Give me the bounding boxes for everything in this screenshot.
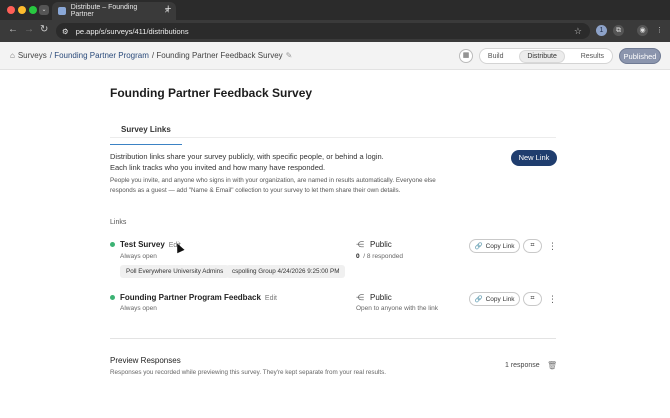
responded-total: / 8 responded xyxy=(363,253,404,260)
qr-code-icon: ⌗ xyxy=(530,295,535,302)
copy-link-button[interactable]: 🔗 Copy Link xyxy=(469,239,520,253)
extensions-puzzle-icon[interactable]: ⧉ xyxy=(613,25,624,36)
share-icon: ⋲ xyxy=(356,240,364,249)
section-divider xyxy=(110,338,556,339)
intro-note: People you invite, and anyone who signs … xyxy=(110,177,436,194)
visibility-label: Public xyxy=(370,240,392,249)
browser-tab-strip: ⌄ Distribute – Founding Partner ✕ + xyxy=(0,0,670,20)
link-visibility: ⋲ Public xyxy=(356,293,392,302)
qr-code-button[interactable]: ⌗ xyxy=(523,239,542,253)
mode-results[interactable]: Results xyxy=(581,53,604,60)
mode-build[interactable]: Build xyxy=(488,53,504,60)
qr-code-icon: ⌗ xyxy=(530,242,535,249)
copy-link-label: Copy Link xyxy=(485,242,515,250)
link-schedule: Always open xyxy=(120,253,157,260)
links-section-label: Links xyxy=(110,219,127,226)
link-visibility: ⋲ Public xyxy=(356,240,392,249)
published-status-button[interactable]: Published xyxy=(619,48,661,64)
link-name-text: Founding Partner Program Feedback xyxy=(120,293,261,302)
link-schedule: Always open xyxy=(120,305,157,312)
browser-tab-title: Distribute – Founding Partner xyxy=(70,4,138,18)
audience-chip: Poll Everywhere University Admins xyxy=(120,265,230,278)
qr-code-button[interactable]: ⌗ xyxy=(523,292,542,306)
window-minimize-button[interactable] xyxy=(18,6,26,14)
preview-response-count: 1 response xyxy=(505,362,540,369)
breadcrumb-program[interactable]: / Founding Partner Program xyxy=(50,51,149,60)
pencil-icon[interactable]: ✎ xyxy=(286,51,293,60)
responded-number: 0 xyxy=(356,253,360,260)
more-options-icon[interactable]: ⋮ xyxy=(548,295,557,304)
audience-chip: cspolling Group 4/24/2026 9:25:00 PM xyxy=(226,265,346,278)
window-close-button[interactable] xyxy=(7,6,15,14)
tab-survey-links[interactable]: Survey Links xyxy=(110,125,182,145)
status-dot-icon xyxy=(110,295,115,300)
bookmark-star-icon[interactable]: ☆ xyxy=(574,26,582,37)
site-settings-icon[interactable]: ⚙ xyxy=(62,27,69,36)
trash-icon[interactable]: 🗑 xyxy=(547,361,557,370)
link-name-text: Test Survey xyxy=(120,240,165,249)
link-chain-icon: 🔗 xyxy=(474,243,483,250)
mode-switcher: Build Distribute Results xyxy=(479,48,613,64)
extension-icon[interactable]: 1 xyxy=(596,25,607,36)
page-title: Founding Partner Feedback Survey xyxy=(110,86,313,100)
link-name: Founding Partner Program Feedback Edit xyxy=(120,293,277,302)
home-icon[interactable]: ⌂ xyxy=(10,51,15,60)
visibility-note: Open to anyone with the link xyxy=(356,305,439,312)
tab-search-icon[interactable]: ⌄ xyxy=(39,5,49,15)
new-tab-button[interactable]: + xyxy=(165,3,171,15)
share-icon: ⋲ xyxy=(356,293,364,302)
responded-count: 0 / 8 responded xyxy=(356,253,403,260)
edit-link-button[interactable]: Edit xyxy=(265,295,277,302)
mouse-cursor-icon xyxy=(173,241,185,254)
window-zoom-button[interactable] xyxy=(29,6,37,14)
mode-distribute[interactable]: Distribute xyxy=(519,49,565,63)
intro-text: Distribution links share your survey pub… xyxy=(110,151,440,173)
breadcrumb: ⌂ Surveys / Founding Partner Program / F… xyxy=(10,51,292,60)
address-url: pe.app/s/surveys/411/distributions xyxy=(75,26,189,36)
profile-avatar-icon[interactable]: ◉ xyxy=(637,25,648,36)
back-arrow-icon[interactable]: ← xyxy=(8,24,18,35)
link-chain-icon: 🔗 xyxy=(474,296,483,303)
breadcrumb-surveys[interactable]: Surveys xyxy=(18,51,47,60)
visibility-label: Public xyxy=(370,293,392,302)
copy-link-button[interactable]: 🔗 Copy Link xyxy=(469,292,520,306)
copy-link-label: Copy Link xyxy=(485,295,515,303)
browser-menu-icon[interactable]: ⋮ xyxy=(654,25,665,36)
breadcrumb-survey: / Founding Partner Feedback Survey xyxy=(151,51,283,60)
forward-arrow-icon[interactable]: → xyxy=(24,24,34,35)
preview-responses-subtitle: Responses you recorded while previewing … xyxy=(110,369,387,376)
content-tabs: Survey Links xyxy=(110,119,182,145)
intro-line-2: Each link tracks who you invited and how… xyxy=(110,163,326,172)
preview-responses-title: Preview Responses xyxy=(110,356,181,365)
status-dot-icon xyxy=(110,242,115,247)
calendar-icon[interactable]: ▦ xyxy=(459,49,473,63)
link-name: Test Survey Edit xyxy=(120,240,181,249)
site-favicon-icon xyxy=(58,7,66,15)
reload-icon[interactable]: ↻ xyxy=(40,24,48,35)
browser-tab-active[interactable]: Distribute – Founding Partner ✕ xyxy=(52,2,176,20)
app-header: ⌂ Surveys / Founding Partner Program / F… xyxy=(0,42,670,70)
tabs-divider xyxy=(110,137,556,138)
address-bar[interactable]: ⚙ pe.app/s/surveys/411/distributions ☆ xyxy=(56,23,590,39)
more-options-icon[interactable]: ⋮ xyxy=(548,242,557,251)
new-link-button[interactable]: New Link xyxy=(511,150,557,166)
browser-toolbar: ← → ↻ ⚙ pe.app/s/surveys/411/distributio… xyxy=(0,20,670,42)
intro-line-1: Distribution links share your survey pub… xyxy=(110,152,384,161)
